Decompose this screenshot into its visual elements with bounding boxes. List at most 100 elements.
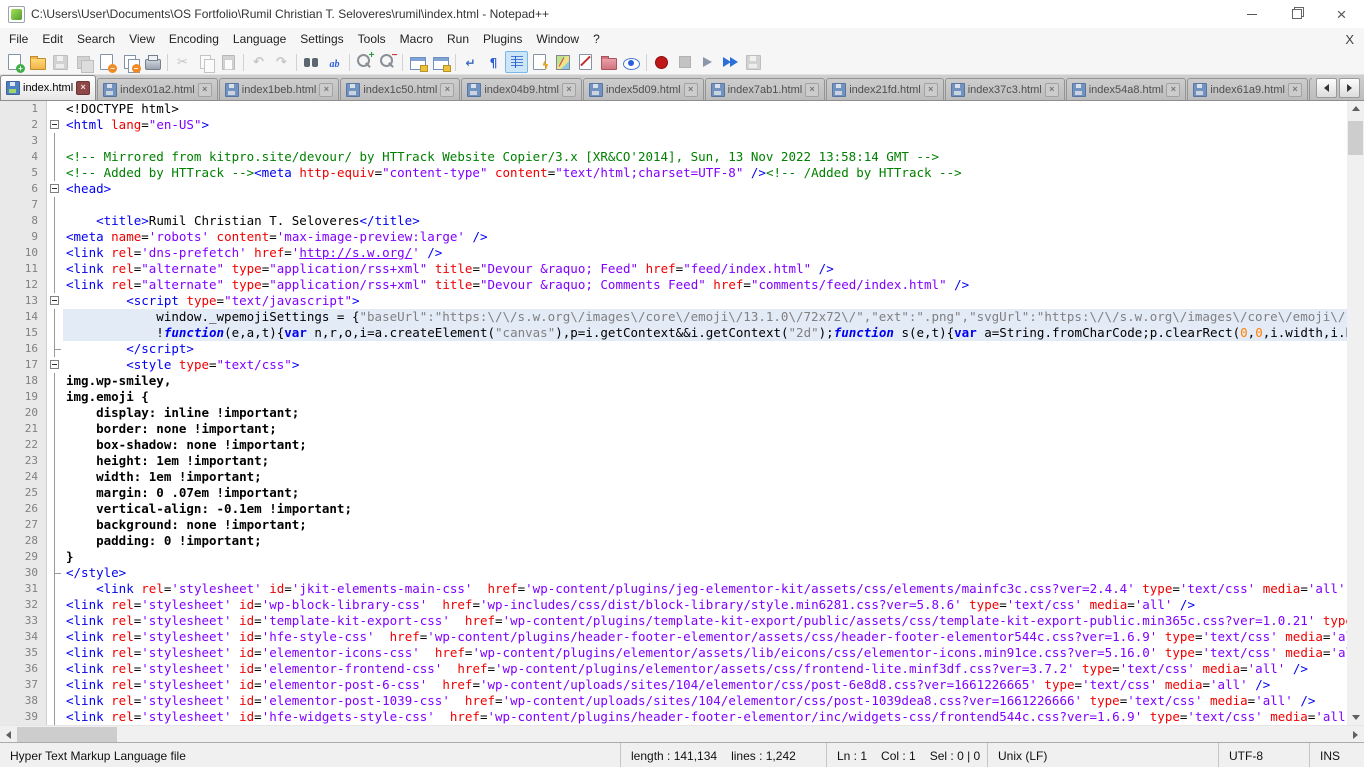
menu-file[interactable]: File bbox=[2, 29, 35, 49]
close-button[interactable] bbox=[1319, 0, 1364, 28]
tab-index5d09.html[interactable]: index5d09.html bbox=[583, 78, 704, 100]
folder-as-workspace-button[interactable] bbox=[597, 51, 620, 73]
sync-vertical-scroll-button[interactable] bbox=[406, 51, 429, 73]
code-text[interactable] bbox=[63, 133, 1347, 149]
close-tab-icon[interactable] bbox=[1166, 83, 1180, 97]
close-tab-icon[interactable] bbox=[76, 81, 90, 95]
code-text[interactable]: <link rel='stylesheet' id='template-kit-… bbox=[63, 613, 1347, 629]
menu-help[interactable]: ? bbox=[586, 29, 607, 49]
minimize-button[interactable] bbox=[1229, 0, 1274, 28]
close-tab-icon[interactable] bbox=[198, 83, 212, 97]
close-all-files-button[interactable] bbox=[118, 51, 141, 73]
code-text[interactable]: margin: 0 .07em !important; bbox=[63, 485, 1347, 501]
sync-horizontal-scroll-button[interactable] bbox=[429, 51, 452, 73]
code-text[interactable]: padding: 0 !important; bbox=[63, 533, 1347, 549]
tab-index37c3.html[interactable]: index37c3.html bbox=[945, 78, 1065, 100]
code-text[interactable]: <html lang="en-US"> bbox=[63, 117, 1347, 133]
tab-index04b9.html[interactable]: index04b9.html bbox=[461, 78, 582, 100]
show-all-characters-button[interactable] bbox=[482, 51, 505, 73]
restore-button[interactable] bbox=[1274, 0, 1319, 28]
code-text[interactable]: <style type="text/css"> bbox=[63, 357, 1347, 373]
code-text[interactable]: display: inline !important; bbox=[63, 405, 1347, 421]
replace-button[interactable] bbox=[323, 51, 346, 73]
code-text[interactable]: img.emoji { bbox=[63, 389, 1347, 405]
tab-index21fd.html[interactable]: index21fd.html bbox=[826, 78, 944, 100]
code-text[interactable]: <link rel="alternate" type="application/… bbox=[63, 261, 1347, 277]
code-text[interactable]: <link rel='stylesheet' id='elementor-ico… bbox=[63, 645, 1347, 661]
code-text[interactable]: <!-- Added by HTTrack --><meta http-equi… bbox=[63, 165, 1347, 181]
close-tab-icon[interactable] bbox=[684, 83, 698, 97]
code-text[interactable]: <meta name='robots' content='max-image-p… bbox=[63, 229, 1347, 245]
tab-scroll-right-button[interactable] bbox=[1339, 78, 1360, 98]
menu-search[interactable]: Search bbox=[70, 29, 122, 49]
fold-toggle-icon[interactable] bbox=[47, 293, 63, 309]
scroll-down-button[interactable] bbox=[1347, 710, 1364, 725]
scroll-up-button[interactable] bbox=[1347, 101, 1364, 116]
close-tab-icon[interactable] bbox=[1288, 83, 1302, 97]
menu-tools[interactable]: Tools bbox=[351, 29, 393, 49]
macro-record-button[interactable] bbox=[650, 51, 673, 73]
code-text[interactable]: box-shadow: none !important; bbox=[63, 437, 1347, 453]
menu-settings[interactable]: Settings bbox=[293, 29, 350, 49]
code-text[interactable]: border: none !important; bbox=[63, 421, 1347, 437]
code-text[interactable]: width: 1em !important; bbox=[63, 469, 1347, 485]
tab-index.html[interactable]: index.html bbox=[0, 75, 96, 100]
code-text[interactable]: vertical-align: -0.1em !important; bbox=[63, 501, 1347, 517]
scroll-right-button[interactable] bbox=[1348, 726, 1363, 743]
code-text[interactable]: <title>Rumil Christian T. Seloveres</tit… bbox=[63, 213, 1347, 229]
tab-index61a9.html[interactable]: index61a9.html bbox=[1187, 78, 1308, 100]
word-wrap-button[interactable] bbox=[459, 51, 482, 73]
code-text[interactable]: </script> bbox=[63, 341, 1347, 357]
menu-view[interactable]: View bbox=[122, 29, 162, 49]
tab-index54a8.html[interactable]: index54a8.html bbox=[1066, 78, 1187, 100]
editor[interactable]: 1<!DOCTYPE html>2<html lang="en-US">34<!… bbox=[0, 101, 1364, 742]
horizontal-scrollbar[interactable] bbox=[0, 725, 1364, 742]
code-text[interactable]: <script type="text/javascript"> bbox=[63, 293, 1347, 309]
zoom-out-button[interactable] bbox=[376, 51, 399, 73]
code-text[interactable]: <link rel='stylesheet' id='hfe-style-css… bbox=[63, 629, 1347, 645]
open-file-button[interactable] bbox=[26, 51, 49, 73]
fold-toggle-icon[interactable] bbox=[47, 357, 63, 373]
code-text[interactable]: <link rel='dns-prefetch' href='http://s.… bbox=[63, 245, 1347, 261]
macro-playback-button[interactable] bbox=[696, 51, 719, 73]
code-text[interactable]: <link rel='stylesheet' id='jkit-elements… bbox=[63, 581, 1347, 597]
tab-index7ab1.html[interactable]: index7ab1.html bbox=[705, 78, 826, 100]
close-file-button[interactable] bbox=[95, 51, 118, 73]
code-text[interactable]: <link rel='stylesheet' id='elementor-fro… bbox=[63, 661, 1347, 677]
code-text[interactable]: <link rel="alternate" type="application/… bbox=[63, 277, 1347, 293]
close-tab-icon[interactable] bbox=[924, 83, 938, 97]
menu-run[interactable]: Run bbox=[440, 29, 476, 49]
tab-scroll-left-button[interactable] bbox=[1316, 78, 1337, 98]
code-text[interactable]: <link rel='stylesheet' id='wp-block-libr… bbox=[63, 597, 1347, 613]
close-tab-icon[interactable] bbox=[440, 83, 454, 97]
close-document-button[interactable]: X bbox=[1345, 32, 1354, 47]
function-list-button[interactable] bbox=[528, 51, 551, 73]
print-button[interactable] bbox=[141, 51, 164, 73]
code-text[interactable]: !function(e,a,t){var n,r,o,i=a.createEle… bbox=[63, 325, 1347, 341]
code-text[interactable]: img.wp-smiley, bbox=[63, 373, 1347, 389]
fold-toggle-icon[interactable] bbox=[47, 181, 63, 197]
menu-window[interactable]: Window bbox=[529, 29, 586, 49]
code-text[interactable]: <link rel='stylesheet' id='hfe-widgets-s… bbox=[63, 709, 1347, 725]
code-text[interactable]: } bbox=[63, 549, 1347, 565]
code-text[interactable]: <link rel='stylesheet' id='elementor-pos… bbox=[63, 693, 1347, 709]
tab-index1beb.html[interactable]: index1beb.html bbox=[219, 78, 340, 100]
fold-toggle-icon[interactable] bbox=[47, 117, 63, 133]
zoom-in-button[interactable] bbox=[353, 51, 376, 73]
document-map-button[interactable] bbox=[551, 51, 574, 73]
code-text[interactable]: </style> bbox=[63, 565, 1347, 581]
close-tab-icon[interactable] bbox=[319, 83, 333, 97]
code-area[interactable]: 1<!DOCTYPE html>2<html lang="en-US">34<!… bbox=[0, 101, 1347, 725]
code-text[interactable]: <!-- Mirrored from kitpro.site/devour/ b… bbox=[63, 149, 1347, 165]
tab-index01a2.html[interactable]: index01a2.html bbox=[97, 78, 218, 100]
menu-edit[interactable]: Edit bbox=[35, 29, 70, 49]
scroll-left-button[interactable] bbox=[1, 726, 16, 743]
tab-index1c50.html[interactable]: index1c50.html bbox=[340, 78, 460, 100]
code-text[interactable]: <link rel='stylesheet' id='elementor-pos… bbox=[63, 677, 1347, 693]
close-tab-icon[interactable] bbox=[1045, 83, 1059, 97]
code-text[interactable]: background: none !important; bbox=[63, 517, 1347, 533]
macro-run-multiple-button[interactable] bbox=[719, 51, 742, 73]
menu-macro[interactable]: Macro bbox=[393, 29, 440, 49]
menu-plugins[interactable]: Plugins bbox=[476, 29, 529, 49]
horizontal-scroll-thumb[interactable] bbox=[17, 727, 117, 742]
